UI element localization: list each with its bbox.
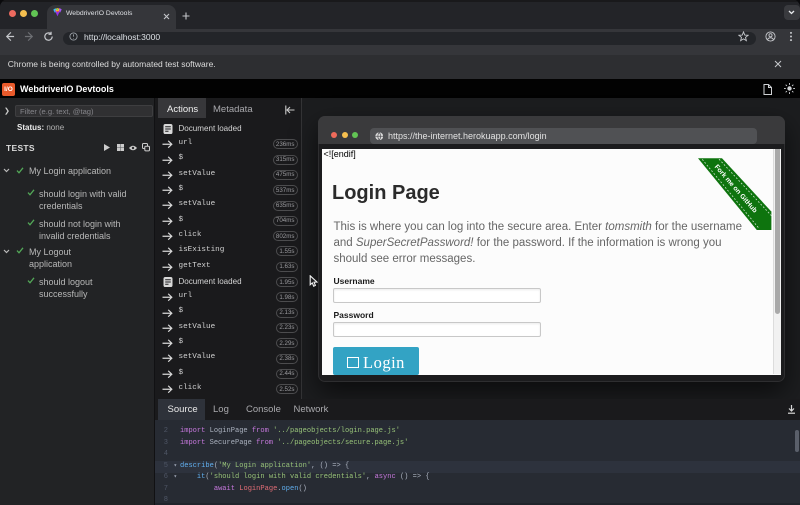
svg-text:Fork me on GitHub: Fork me on GitHub [713, 164, 758, 215]
